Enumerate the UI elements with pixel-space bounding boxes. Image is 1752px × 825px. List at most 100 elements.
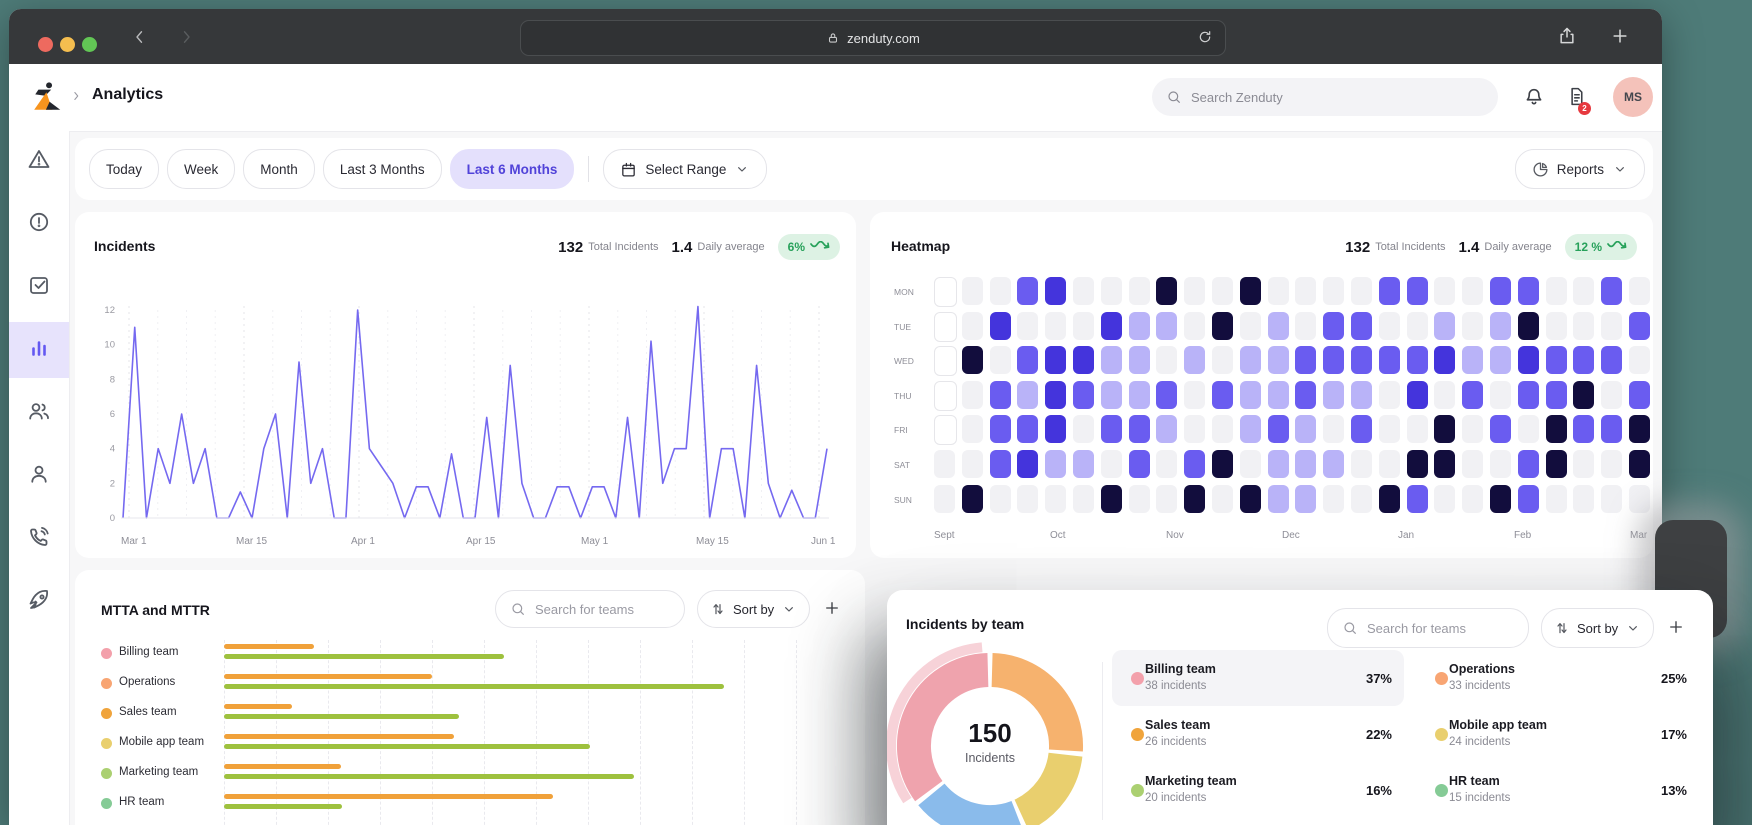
heatmap-cell[interactable] [1546,415,1567,443]
heatmap-cell[interactable] [1268,485,1289,513]
heatmap-cell[interactable] [1434,450,1455,478]
heatmap-cell[interactable] [1129,450,1150,478]
zenduty-logo[interactable] [31,80,65,119]
heatmap-cell[interactable] [1129,346,1150,374]
heatmap-cell[interactable] [1073,450,1094,478]
mtta-search-input[interactable]: Search for teams [495,590,685,628]
heatmap-cell[interactable] [1073,312,1094,340]
heatmap-cell[interactable] [1434,312,1455,340]
heatmap-cell[interactable] [1129,485,1150,513]
heatmap-cell[interactable] [1156,415,1177,443]
heatmap-cell[interactable] [1462,312,1483,340]
heatmap-cell[interactable] [1351,450,1372,478]
heatmap-cell[interactable] [1490,485,1511,513]
heatmap-cell[interactable] [1240,277,1261,305]
team-add-button[interactable] [1667,618,1685,641]
heatmap-cell[interactable] [934,381,957,411]
heatmap-cell[interactable] [1407,381,1428,409]
heatmap-cell[interactable] [1407,277,1428,305]
sidebar-item-profile[interactable] [9,448,69,504]
heatmap-cell[interactable] [1351,312,1372,340]
mttr-bar[interactable] [224,684,724,689]
heatmap-cell[interactable] [1268,346,1289,374]
heatmap-cell[interactable] [1240,381,1261,409]
heatmap-cell[interactable] [1407,450,1428,478]
heatmap-cell[interactable] [1407,485,1428,513]
heatmap-cell[interactable] [1101,415,1122,443]
heatmap-cell[interactable] [1518,450,1539,478]
heatmap-cell[interactable] [934,346,957,376]
heatmap-cell[interactable] [1156,450,1177,478]
heatmap-cell[interactable] [1462,277,1483,305]
heatmap-cell[interactable] [1490,450,1511,478]
heatmap-cell[interactable] [1045,450,1066,478]
heatmap-cell[interactable] [1629,485,1650,513]
heatmap-cell[interactable] [1017,485,1038,513]
heatmap-cell[interactable] [1434,415,1455,443]
mttr-bar[interactable] [224,744,590,749]
heatmap-cell[interactable] [1546,450,1567,478]
back-button[interactable] [131,28,149,46]
heatmap-cell[interactable] [1156,312,1177,340]
heatmap-cell[interactable] [1629,312,1650,340]
heatmap-cell[interactable] [1212,312,1233,340]
heatmap-cell[interactable] [1518,346,1539,374]
heatmap-cell[interactable] [1546,312,1567,340]
heatmap-cell[interactable] [1184,277,1205,305]
heatmap-cell[interactable] [1323,346,1344,374]
heatmap-cell[interactable] [934,277,957,307]
heatmap-cell[interactable] [1017,415,1038,443]
heatmap-cell[interactable] [1184,415,1205,443]
heatmap-cell[interactable] [1073,415,1094,443]
select-range-dropdown[interactable]: Select Range [603,149,767,189]
heatmap-cell[interactable] [1629,450,1650,478]
heatmap-cell[interactable] [1546,485,1567,513]
heatmap-cell[interactable] [990,485,1011,513]
heatmap-cell[interactable] [1212,277,1233,305]
new-tab-icon[interactable] [1610,26,1630,51]
sidebar-item-teams[interactable] [9,385,69,441]
reports-doc-icon[interactable]: 2 [1566,86,1587,112]
heatmap-cell[interactable] [1518,277,1539,305]
heatmap-cell[interactable] [1073,277,1094,305]
heatmap-cell[interactable] [1101,485,1122,513]
heatmap-cell[interactable] [1017,450,1038,478]
sidebar-item-tasks[interactable] [9,259,69,315]
heatmap-cell[interactable] [990,415,1011,443]
heatmap-cell[interactable] [1017,381,1038,409]
heatmap-cell[interactable] [1573,277,1594,305]
heatmap-cell[interactable] [1184,450,1205,478]
heatmap-cell[interactable] [1573,450,1594,478]
heatmap-cell[interactable] [1462,415,1483,443]
global-search-input[interactable]: Search Zenduty [1152,78,1498,116]
heatmap-cell[interactable] [1518,312,1539,340]
heatmap-cell[interactable] [1129,415,1150,443]
mttr-bar[interactable] [224,774,634,779]
heatmap-cell[interactable] [1295,450,1316,478]
heatmap-cell[interactable] [1573,381,1594,409]
heatmap-cell[interactable] [1601,485,1622,513]
heatmap-cell[interactable] [1212,450,1233,478]
filter-pill-today[interactable]: Today [89,149,159,189]
heatmap-cell[interactable] [990,312,1011,340]
heatmap-cell[interactable] [1212,346,1233,374]
heatmap-cell[interactable] [1573,312,1594,340]
heatmap-cell[interactable] [1434,277,1455,305]
heatmap-cell[interactable] [1601,415,1622,443]
heatmap-cell[interactable] [1240,312,1261,340]
heatmap-cell[interactable] [1379,312,1400,340]
heatmap-cell[interactable] [1295,381,1316,409]
heatmap-cell[interactable] [962,485,983,513]
mtta-bar[interactable] [224,674,432,679]
heatmap-cell[interactable] [1573,485,1594,513]
heatmap-cell[interactable] [1434,381,1455,409]
heatmap-cell[interactable] [1490,277,1511,305]
heatmap-cell[interactable] [1490,312,1511,340]
heatmap-cell[interactable] [1601,450,1622,478]
sidebar-item-incidents[interactable] [9,196,69,252]
mttr-bar[interactable] [224,654,504,659]
heatmap-cell[interactable] [1601,346,1622,374]
mtta-add-button[interactable] [823,599,841,622]
address-bar[interactable]: zenduty.com [520,20,1226,56]
heatmap-cell[interactable] [1017,346,1038,374]
